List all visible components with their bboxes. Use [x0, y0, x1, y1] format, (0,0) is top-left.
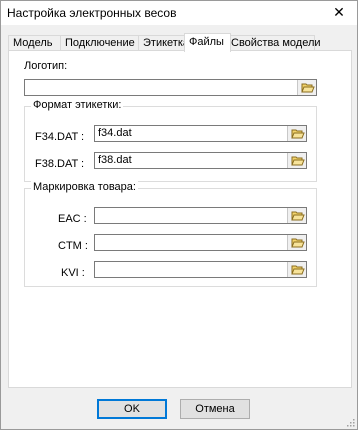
label-format-title: Формат этикетки: — [31, 99, 124, 111]
resize-grip-icon[interactable] — [345, 417, 355, 427]
folder-open-icon[interactable] — [297, 80, 316, 95]
folder-open-icon[interactable] — [287, 126, 306, 141]
f34-value: f34.dat — [98, 127, 132, 139]
kvi-label: KVI : — [61, 267, 85, 279]
close-button[interactable]: ✕ — [327, 2, 351, 22]
tab-connection[interactable]: Подключение — [60, 35, 139, 50]
f38-value: f38.dat — [98, 154, 132, 166]
ctm-label: CTM : — [58, 240, 88, 252]
window-title: Настройка электронных весов — [7, 6, 177, 20]
label-format-group: Формат этикетки: F34.DAT : f34.dat F38.D… — [24, 99, 317, 182]
kvi-field[interactable] — [94, 261, 307, 278]
folder-open-icon[interactable] — [287, 153, 306, 168]
f38-field[interactable]: f38.dat — [94, 152, 307, 169]
eac-field[interactable] — [94, 207, 307, 224]
logo-field[interactable] — [24, 79, 317, 96]
logo-label: Логотип: — [24, 60, 68, 72]
f38-label: F38.DAT : — [35, 158, 85, 170]
files-tab-panel: Логотип: Формат этикетки: F34.DAT : f34.… — [8, 50, 352, 388]
product-marking-group: Маркировка товара: EAC : CTM : KVI: — [24, 181, 317, 287]
f34-field[interactable]: f34.dat — [94, 125, 307, 142]
ok-button[interactable]: OK — [97, 399, 167, 419]
title-bar: Настройка электронных весов ✕ — [1, 1, 357, 25]
tab-model[interactable]: Модель — [8, 35, 61, 50]
tab-files[interactable]: Файлы — [184, 33, 231, 52]
folder-open-icon[interactable] — [287, 262, 306, 277]
folder-open-icon[interactable] — [287, 208, 306, 223]
f34-label: F34.DAT : — [35, 131, 85, 143]
folder-open-icon[interactable] — [287, 235, 306, 250]
settings-dialog: Настройка электронных весов ✕ Модель Под… — [0, 0, 358, 430]
tab-model-properties[interactable]: Свойства модели — [226, 35, 321, 50]
product-marking-title: Маркировка товара: — [31, 181, 138, 193]
cancel-button[interactable]: Отмена — [180, 399, 250, 419]
ctm-field[interactable] — [94, 234, 307, 251]
eac-label: EAC : — [58, 213, 87, 225]
